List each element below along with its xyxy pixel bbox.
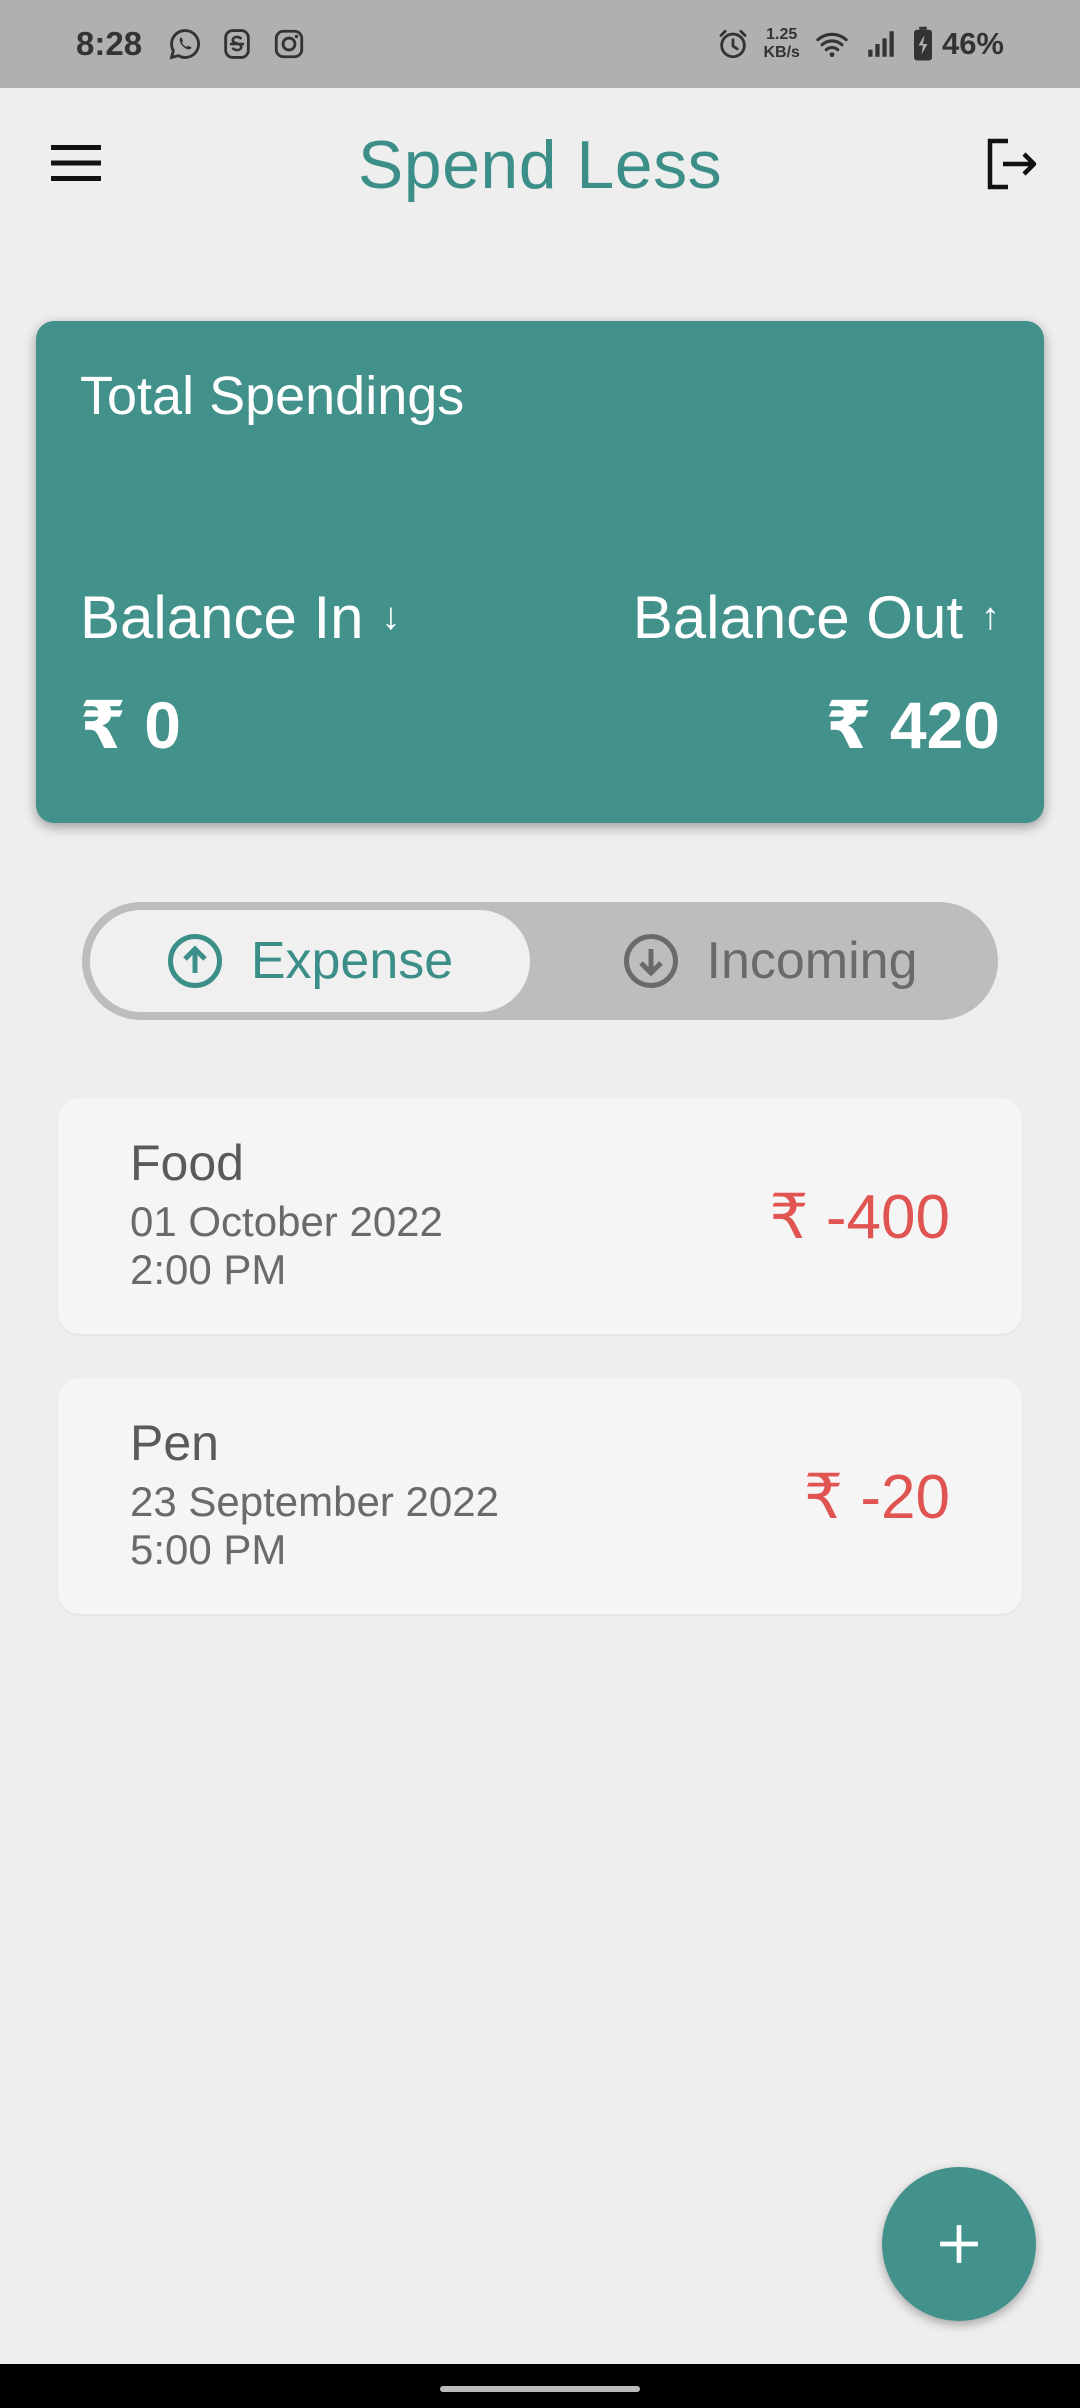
transaction-date: 01 October 2022 [130,1198,443,1245]
status-time: 8:28 [76,25,143,62]
transaction-amount: ₹ -20 [803,1463,950,1532]
status-bar: 8:28 1.25 KB/s 46% [0,0,1080,88]
transaction-amount: ₹ -400 [769,1183,950,1252]
s-app-icon [224,29,250,59]
arrow-down-icon: ↓ [381,596,401,638]
balance-in-value: ₹ 0 [80,688,181,762]
summary-title: Total Spendings [80,366,465,426]
net-speed: 1.25 KB/s [764,26,800,62]
net-speed-value: 1.25 [766,26,798,43]
logout-icon [987,138,1037,190]
expense-incoming-toggle: Expense Incoming [82,902,998,1020]
battery-icon [913,26,932,61]
balance-in-text: Balance In [80,584,364,651]
transaction-time: 2:00 PM [130,1246,287,1293]
balance-out-value: ₹ 420 [825,688,1000,762]
instagram-icon [274,29,304,59]
app-title: Spend Less [357,127,723,203]
signal-icon [868,31,894,57]
arrow-up-circle-icon [167,934,222,988]
whatsapp-icon [169,29,201,60]
transaction-item[interactable]: Pen 23 September 2022 5:00 PM ₹ -20 [58,1378,1022,1614]
tab-expense[interactable]: Expense [90,910,530,1012]
app-bar: Spend Less [0,88,1080,242]
menu-button[interactable] [46,138,106,188]
home-gesture-handle[interactable] [440,2386,640,2392]
system-nav-bar [0,2364,1080,2408]
alarm-icon [719,29,746,59]
net-speed-unit: KB/s [763,44,800,61]
transaction-date: 23 September 2022 [130,1478,499,1525]
transaction-name: Food [130,1135,244,1191]
tab-expense-label: Expense [250,932,454,990]
balance-out-label: Balance Out ↑ [633,583,1000,652]
balance-out-text: Balance Out [632,584,963,651]
transaction-item[interactable]: Food 01 October 2022 2:00 PM ₹ -400 [58,1098,1022,1334]
tab-incoming[interactable]: Incoming [550,910,990,1012]
arrow-up-icon: ↑ [981,596,1000,638]
tab-incoming-label: Incoming [706,932,918,990]
wifi-icon [816,32,848,58]
plus-icon [940,2225,978,2263]
menu-icon [51,145,101,181]
status-left: 8:28 [76,25,324,63]
transaction-name: Pen [130,1415,219,1471]
balance-in-label: Balance In ↓ [80,583,401,652]
status-right: 1.25 KB/s 46% [702,26,1004,62]
logout-button[interactable] [980,132,1044,196]
add-transaction-button[interactable] [882,2167,1036,2321]
battery-percentage: 46% [941,26,1004,61]
arrow-down-circle-icon [623,934,678,988]
total-spendings-card: Total Spendings Balance In ↓ Balance Out… [36,321,1044,823]
transaction-time: 5:00 PM [130,1526,287,1573]
